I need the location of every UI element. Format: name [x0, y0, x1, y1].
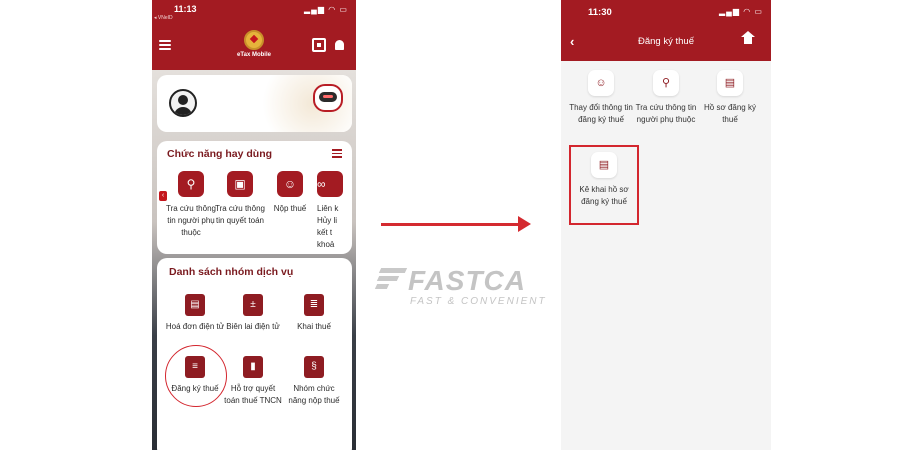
service-item[interactable]: § Nhóm chức năng nộp thuế: [284, 356, 344, 407]
quick-function-label: Tra cứu thông tin quyết toán: [215, 204, 265, 225]
transition-arrow-line: [381, 223, 521, 226]
fastca-watermark: FASTCA FAST & CONVENIENT: [374, 262, 554, 312]
profile-card[interactable]: [157, 75, 352, 132]
highlight-circle: [165, 345, 227, 407]
page-title: Đăng ký thuế: [638, 36, 694, 47]
quick-function-label: Nộp thuế: [273, 204, 307, 213]
invoice-icon: ▤: [185, 294, 205, 316]
qr-scan-icon[interactable]: [312, 38, 326, 52]
tax-declaration-icon: ≣: [304, 294, 324, 316]
receipt-icon: ±: [243, 294, 263, 316]
quick-functions-card: Chức năng hay dùng ‹ ⚲ Tra cứu thông tin…: [157, 141, 352, 254]
app-name: eTax Mobile: [237, 52, 271, 58]
avatar[interactable]: [169, 89, 197, 117]
link-icon: ∞: [317, 171, 343, 197]
quick-function-item[interactable]: ⚲ Tra cứu thông tin người phụ thuộc: [166, 171, 216, 239]
service-item[interactable]: ≣ Khai thuế: [284, 294, 344, 333]
back-chevron-icon[interactable]: ‹: [570, 34, 574, 49]
option-label: Thay đổi thông tin đăng ký thuế: [569, 103, 633, 124]
chatbot-robot-icon[interactable]: [313, 84, 343, 112]
signal-wifi-battery-icon: ▂▄▆ ◠ ▭: [719, 7, 763, 16]
person-search-icon: ⚲: [178, 171, 204, 197]
service-label: Khai thuế: [297, 322, 331, 331]
hamburger-menu-icon[interactable]: [159, 40, 171, 50]
transition-arrow-head-icon: [518, 216, 531, 232]
screenshot-canvas: 11:13 ◂ VNeID ▂▄▆ ◠ ▭ eTax Mobile Chức n…: [0, 0, 900, 450]
person-edit-icon: ☺: [588, 70, 614, 96]
page-header: 11:30 ▂▄▆ ◠ ▭ ‹ Đăng ký thuế: [561, 0, 771, 61]
watermark-subtitle: FAST & CONVENIENT: [410, 296, 547, 307]
tax-registration-option[interactable]: ⚲ Tra cứu thông tin người phụ thuộc: [632, 70, 700, 126]
highlight-box: [569, 145, 639, 225]
document-search-icon: ▣: [227, 171, 253, 197]
service-groups-title: Danh sách nhóm dịch vụ: [169, 266, 294, 278]
status-time: 11:13: [174, 4, 197, 14]
service-label: Biên lai điện tử: [226, 322, 280, 331]
watermark-title: FASTCA: [408, 265, 526, 296]
service-label: Hỗ trợ quyết toán thuế TNCN: [224, 384, 282, 405]
settlement-support-icon: ▮: [243, 356, 263, 378]
person-money-icon: ☺: [277, 171, 303, 197]
quick-function-item[interactable]: ∞ Liên k Hủy li kết t khoả: [317, 171, 347, 251]
customize-sliders-icon[interactable]: [332, 149, 342, 158]
left-phone-screen: 11:13 ◂ VNeID ▂▄▆ ◠ ▭ eTax Mobile Chức n…: [152, 0, 356, 450]
service-item[interactable]: ▤ Hoá đơn điện tử: [165, 294, 225, 333]
status-bar: 11:13 ◂ VNeID ▂▄▆ ◠ ▭: [152, 3, 356, 21]
home-icon[interactable]: [741, 31, 755, 47]
service-item[interactable]: ± Biên lai điện tử: [223, 294, 283, 333]
quick-function-item[interactable]: ▣ Tra cứu thông tin quyết toán: [215, 171, 265, 227]
notification-bell-icon[interactable]: [335, 40, 344, 50]
service-groups-card: Danh sách nhóm dịch vụ ▤ Hoá đơn điện tử…: [157, 258, 352, 450]
fastca-logo-icon: [374, 268, 408, 294]
file-search-icon: ▤: [717, 70, 743, 96]
signal-wifi-battery-icon: ▂▄▆ ◠ ▭: [304, 5, 348, 14]
tax-registration-option[interactable]: ☺ Thay đổi thông tin đăng ký thuế: [567, 70, 635, 126]
app-header: 11:13 ◂ VNeID ▂▄▆ ◠ ▭ eTax Mobile: [152, 0, 356, 70]
quick-functions-title: Chức năng hay dùng: [167, 148, 273, 160]
option-label: Tra cứu thông tin người phụ thuộc: [635, 103, 697, 124]
right-phone-screen: 11:30 ▂▄▆ ◠ ▭ ‹ Đăng ký thuế ☺ Thay đổi …: [561, 0, 771, 450]
person-search-icon: ⚲: [653, 70, 679, 96]
quick-function-item[interactable]: ☺ Nộp thuế: [265, 171, 315, 215]
quick-function-label: Tra cứu thông tin người phụ thuộc: [166, 204, 216, 237]
quick-function-label: Liên k Hủy li kết t khoả: [317, 204, 339, 249]
option-label: Hồ sơ đăng ký thuế: [704, 103, 756, 124]
home-body: Chức năng hay dùng ‹ ⚲ Tra cứu thông tin…: [152, 70, 356, 450]
tax-payment-group-icon: §: [304, 356, 324, 378]
service-label: Nhóm chức năng nộp thuế: [288, 384, 340, 405]
service-item[interactable]: ▮ Hỗ trợ quyết toán thuế TNCN: [223, 356, 283, 407]
emblem-logo-icon: [244, 30, 264, 50]
status-time: 11:30: [588, 7, 612, 18]
status-carrier: ◂ VNeID: [154, 15, 173, 21]
service-label: Hoá đơn điện tử: [165, 322, 225, 331]
tax-registration-option[interactable]: ▤ Hồ sơ đăng ký thuế: [696, 70, 764, 126]
